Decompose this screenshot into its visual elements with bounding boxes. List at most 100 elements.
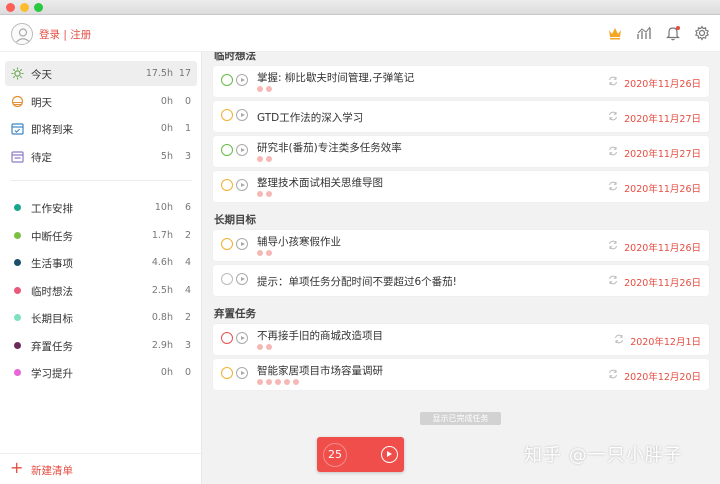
sidebar-item-count: 2 <box>184 229 191 241</box>
sidebar-item-hours: 2.9h <box>151 339 173 351</box>
task-card[interactable]: 提示：单项任务分配时间不要超过6个番茄! 2020年11月26日 <box>213 265 709 296</box>
task-complete-icon[interactable] <box>221 72 235 86</box>
list-color-dot <box>14 369 21 376</box>
task-card[interactable]: 不再接手旧的商城改造项目 2020年12月1日 <box>213 324 709 355</box>
section-title: 临时想法 <box>214 52 256 62</box>
sidebar-divider <box>10 180 192 181</box>
task-play-icon[interactable] <box>236 74 248 86</box>
tomato-icon <box>266 191 272 197</box>
zoom-window-button[interactable] <box>34 3 43 12</box>
task-complete-icon[interactable] <box>221 271 235 285</box>
gear-icon[interactable] <box>694 25 710 41</box>
task-title: 整理技术面试相关思维导图 <box>257 177 383 189</box>
task-card[interactable]: 智能家居项目市场容量调研 2020年12月20日 <box>213 359 709 390</box>
sidebar-item-count: 6 <box>184 202 191 213</box>
new-list-button[interactable]: + 新建清单 <box>0 453 202 484</box>
task-play-icon[interactable] <box>236 332 248 344</box>
task-play-icon[interactable] <box>236 179 248 191</box>
task-title: 研究非(番茄)专注类多任务效率 <box>257 142 402 154</box>
section-title: 弃置任务 <box>214 308 256 320</box>
start-timer-icon[interactable] <box>381 446 398 463</box>
task-title: 提示：单项任务分配时间不要超过6个番茄! <box>257 276 457 288</box>
task-complete-icon[interactable] <box>221 107 235 121</box>
statistics-icon[interactable] <box>636 25 652 41</box>
crown-icon[interactable] <box>607 25 623 41</box>
sidebar-item-count: 0 <box>184 95 191 107</box>
task-complete-icon[interactable] <box>221 365 235 379</box>
new-list-label: 新建清单 <box>31 465 73 477</box>
task-title: 辅导小孩寒假作业 <box>257 236 341 248</box>
section-title: 长期目标 <box>214 214 256 226</box>
timer-value: 25 <box>323 443 347 467</box>
task-play-icon[interactable] <box>236 273 248 285</box>
sunset-icon <box>11 95 24 107</box>
minimize-window-button[interactable] <box>20 3 29 12</box>
sidebar-item-hours: 5h <box>160 150 173 162</box>
sidebar-item-list-1[interactable]: 中断任务 1.7h 2 <box>5 223 197 248</box>
login-register-link[interactable]: 登录 | 注册 <box>39 27 91 42</box>
sidebar-item-hours: 1.7h <box>151 229 173 241</box>
app-header: 登录 | 注册 <box>0 15 720 52</box>
task-play-icon[interactable] <box>236 109 248 121</box>
window-titlebar <box>0 0 720 15</box>
sidebar-item-count: 17 <box>178 68 191 79</box>
list-color-dot <box>14 259 21 266</box>
task-play-icon[interactable] <box>236 238 248 250</box>
sidebar-item-count: 0 <box>184 367 191 378</box>
show-completed-button[interactable]: 显示已完成任务 <box>420 412 501 425</box>
sidebar-item-smart-0[interactable]: 今天 17.5h 17 <box>5 61 197 86</box>
sidebar-item-label: 中断任务 <box>31 230 73 243</box>
repeat-icon <box>609 275 618 285</box>
tomato-icon <box>257 344 263 350</box>
task-card[interactable]: 研究非(番茄)专注类多任务效率 2020年11月27日 <box>213 136 709 167</box>
repeat-icon <box>615 334 624 344</box>
close-window-button[interactable] <box>6 3 15 12</box>
sidebar-item-label: 明天 <box>31 96 52 109</box>
task-complete-icon[interactable] <box>221 236 235 250</box>
sidebar-item-count: 4 <box>184 257 191 268</box>
pomodoro-timer[interactable]: 25 <box>317 437 404 472</box>
task-play-icon[interactable] <box>236 367 248 379</box>
task-card[interactable]: 掌握: 柳比歇夫时间管理,子弹笔记 2020年11月26日 <box>213 66 709 97</box>
repeat-icon <box>609 146 618 156</box>
pomodoro-estimate <box>257 156 275 163</box>
task-due-date: 2020年11月26日 <box>624 278 701 289</box>
sidebar-item-smart-2[interactable]: 即将到来 0h 1 <box>5 116 197 141</box>
sidebar-item-list-0[interactable]: 工作安排 10h 6 <box>5 195 197 220</box>
sidebar-item-smart-3[interactable]: 待定 5h 3 <box>5 144 197 169</box>
tomato-icon <box>257 191 263 197</box>
tomato-icon <box>266 156 272 162</box>
sidebar-item-list-5[interactable]: 弃置任务 2.9h 3 <box>5 333 197 358</box>
tomato-icon <box>257 86 263 92</box>
bell-icon[interactable] <box>665 25 681 41</box>
sidebar-item-smart-1[interactable]: 明天 0h 0 <box>5 89 197 114</box>
sidebar-item-label: 待定 <box>31 151 52 164</box>
sidebar-item-list-4[interactable]: 长期目标 0.8h 2 <box>5 305 197 330</box>
pomodoro-estimate <box>257 86 275 93</box>
task-card[interactable]: 辅导小孩寒假作业 2020年11月26日 <box>213 230 709 261</box>
sidebar-item-hours: 0h <box>160 367 173 378</box>
tomato-icon <box>275 379 281 385</box>
tomato-icon <box>257 250 263 256</box>
sidebar-item-hours: 2.5h <box>151 284 173 296</box>
task-card[interactable]: GTD工作法的深入学习 2020年11月27日 <box>213 101 709 132</box>
avatar[interactable] <box>11 23 33 45</box>
pomodoro-estimate <box>257 250 275 257</box>
task-complete-icon[interactable] <box>221 142 235 156</box>
sidebar-item-hours: 0h <box>160 123 173 134</box>
sidebar: 今天 17.5h 17 明天 0h 0 即将到来 0h 1 待定 5h 3 工作安排 10h 6 中断任务 1… <box>0 52 202 484</box>
sidebar-item-list-6[interactable]: 学习提升 0h 0 <box>5 360 197 385</box>
task-card[interactable]: 整理技术面试相关思维导图 2020年11月26日 <box>213 171 709 202</box>
sidebar-item-label: 工作安排 <box>31 203 73 215</box>
sidebar-item-list-3[interactable]: 临时想法 2.5h 4 <box>5 278 197 303</box>
calendar-icon <box>11 123 24 135</box>
task-due-date: 2020年11月27日 <box>624 149 701 160</box>
sidebar-item-hours: 0h <box>160 95 173 107</box>
sidebar-item-count: 4 <box>184 284 191 296</box>
task-play-icon[interactable] <box>236 144 248 156</box>
task-complete-icon[interactable] <box>221 330 235 344</box>
sidebar-item-list-2[interactable]: 生活事项 4.6h 4 <box>5 250 197 275</box>
repeat-icon <box>609 76 618 86</box>
repeat-icon <box>609 181 618 191</box>
task-complete-icon[interactable] <box>221 177 235 191</box>
